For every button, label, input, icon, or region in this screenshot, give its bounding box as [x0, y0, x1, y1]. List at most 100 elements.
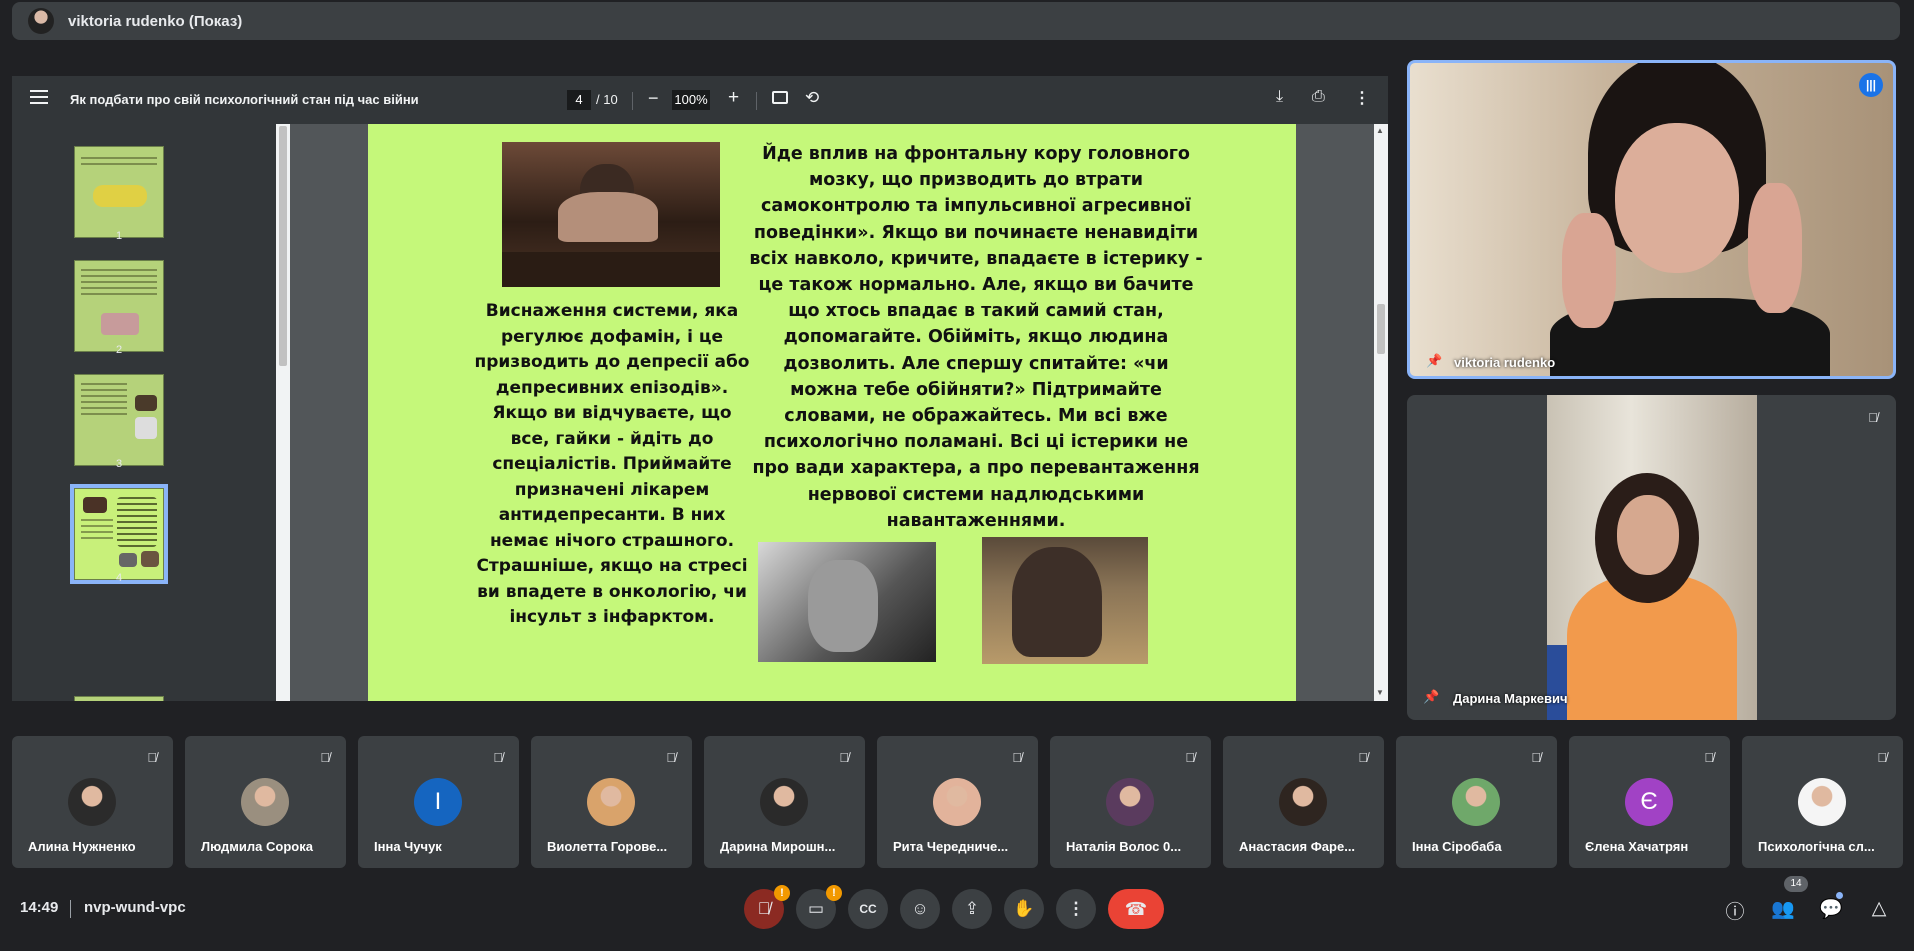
pin-icon[interactable]: 📌 [1426, 353, 1442, 369]
more-vert-icon[interactable]: ⋮ [1354, 88, 1370, 108]
participant-count-badge: 14 [1784, 876, 1808, 892]
more-options-icon[interactable]: ⋮ [1056, 889, 1096, 929]
avatar [760, 778, 808, 826]
participant-tile-large[interactable]: 🎙̸ 📌 Дарина Маркевич [1407, 395, 1896, 720]
emoji-icon[interactable]: ☺ [900, 889, 940, 929]
participant-name: Дарина Мирошн... [720, 839, 836, 854]
participant-tile[interactable]: 🎙̸ Людмила Сорока [185, 736, 346, 868]
pdf-viewer: Як подбати про свій психологічний стан п… [12, 76, 1388, 701]
participant-name: Наталія Волос 0... [1066, 839, 1182, 854]
participant-name: Анастасия Фаре... [1239, 839, 1356, 854]
avatar [1106, 778, 1154, 826]
thumbnail-sidebar: 1 2 3 4 [12, 124, 276, 701]
fit-page-icon[interactable] [772, 91, 788, 104]
pdf-toolbar: Як подбати про свій психологічний стан п… [12, 76, 1388, 124]
participant-tile[interactable]: 🎙̸ Наталія Волос 0... [1050, 736, 1211, 868]
mic-off-icon: 🎙̸ [1358, 750, 1368, 765]
thumbnail-page[interactable] [74, 146, 164, 238]
divider [70, 900, 71, 918]
thumbnail-number: 3 [115, 458, 123, 470]
participant-tile[interactable]: 🎙̸ І Інна Чучук [358, 736, 519, 868]
avatar [241, 778, 289, 826]
mic-off-icon: 🎙̸ [839, 750, 849, 765]
presenter-bar: viktoria rudenko (Показ) [12, 2, 1900, 40]
warning-badge: ! [774, 885, 790, 901]
download-icon[interactable]: ⤓ [1276, 88, 1283, 106]
notification-dot [1836, 892, 1843, 899]
mic-off-icon: 🎙̸ [1531, 750, 1541, 765]
participant-tile[interactable]: 🎙̸ Виолетта Горове... [531, 736, 692, 868]
avatar: І [414, 778, 462, 826]
participant-tile[interactable]: 🎙̸ Психологічна сл... [1742, 736, 1903, 868]
mic-off-icon: 🎙̸ [1877, 750, 1887, 765]
document-title: Як подбати про свій психологічний стан п… [70, 92, 419, 107]
avatar [1452, 778, 1500, 826]
slide-image-hug [982, 537, 1148, 664]
participant-name: viktoria rudenko [1454, 355, 1556, 370]
mic-off-icon: 🎙̸ [1704, 750, 1714, 765]
people-icon[interactable]: 👥 [1770, 897, 1796, 921]
mic-off-icon: 🎙̸ [1868, 410, 1878, 425]
thumbnail-number: 4 [115, 572, 123, 584]
mic-off-icon[interactable]: 🎙̸! [744, 885, 790, 929]
participant-name: Психологічна сл... [1758, 839, 1875, 854]
chat-icon[interactable]: 💬 [1818, 897, 1844, 921]
clock: 14:49 [20, 899, 59, 916]
mic-off-icon: 🎙̸ [1185, 750, 1195, 765]
menu-icon[interactable] [30, 90, 48, 104]
mic-off-icon: 🎙̸ [147, 750, 157, 765]
thumbnail-number: 1 [115, 230, 123, 242]
avatar: Є [1625, 778, 1673, 826]
pin-icon[interactable]: 📌 [1423, 689, 1439, 705]
page-number-input[interactable]: 4 [567, 90, 591, 110]
participant-tile[interactable]: 🎙̸ Анастасия Фаре... [1223, 736, 1384, 868]
avatar [1279, 778, 1327, 826]
avatar [587, 778, 635, 826]
avatar [1798, 778, 1846, 826]
mic-off-icon: 🎙̸ [666, 750, 676, 765]
captions-icon[interactable]: CC [848, 889, 888, 929]
participant-name: Виолетта Горове... [547, 839, 668, 854]
thumbnail-page[interactable] [74, 696, 164, 701]
activities-icon[interactable]: △ [1866, 897, 1892, 920]
zoom-out-button[interactable]: − [648, 88, 659, 109]
meeting-code: nvp-wund-vpc [84, 899, 186, 916]
slide-text-right: Йде вплив на фронтальну кору головного м… [749, 144, 1203, 531]
speaking-indicator-icon: ||| [1859, 73, 1883, 97]
zoom-in-button[interactable]: + [728, 87, 739, 109]
camera-off-icon[interactable]: ▭! [796, 885, 842, 929]
zoom-input[interactable]: 100% [672, 90, 710, 110]
thumbnail-page[interactable] [74, 374, 164, 466]
participant-tile[interactable]: 🎙̸ Інна Сіробаба [1396, 736, 1557, 868]
participant-tile[interactable]: 🎙̸ Алина Нужненко [12, 736, 173, 868]
page-total: / 10 [596, 92, 618, 107]
participant-tile[interactable]: 🎙̸ Рита Чередниче... [877, 736, 1038, 868]
print-icon[interactable]: ⎙ [1312, 88, 1325, 106]
avatar [68, 778, 116, 826]
slide-text-left: Виснаження системи, яка регулює дофамін,… [474, 301, 750, 627]
participant-name: Рита Чередниче... [893, 839, 1009, 854]
mic-off-icon: 🎙̸ [1012, 750, 1022, 765]
warning-badge: ! [826, 885, 842, 901]
info-icon[interactable]: ⓘ [1722, 897, 1748, 924]
participant-name: Інна Чучук [374, 839, 442, 854]
slide-image-hug-bw [758, 542, 936, 662]
rotate-icon[interactable]: ⟲ [805, 88, 819, 108]
speaker-tile-active[interactable]: ||| 📌 viktoria rudenko [1407, 60, 1896, 379]
hang-up-icon[interactable]: ☎ [1108, 889, 1164, 929]
thumbnail-scrollbar[interactable] [276, 124, 290, 701]
thumbnail-page[interactable] [74, 260, 164, 352]
thumbnail-number: 2 [115, 344, 123, 356]
presenter-title: viktoria rudenko (Показ) [68, 12, 243, 30]
thumbnail-page-active[interactable] [70, 484, 168, 584]
toolbar-divider [756, 92, 757, 110]
raise-hand-icon[interactable]: ✋ [1004, 889, 1044, 929]
participant-name: Алина Нужненко [28, 839, 136, 854]
present-icon[interactable]: ⇪ [952, 889, 992, 929]
participant-name: Дарина Маркевич [1453, 691, 1568, 706]
slide-image-stressed-person [502, 142, 720, 287]
participant-name: Інна Сіробаба [1412, 839, 1502, 854]
participant-tile[interactable]: 🎙̸ Є Єлена Хачатрян [1569, 736, 1730, 868]
page-scrollbar[interactable]: ▲ ▼ [1374, 124, 1388, 701]
participant-tile[interactable]: 🎙̸ Дарина Мирошн... [704, 736, 865, 868]
